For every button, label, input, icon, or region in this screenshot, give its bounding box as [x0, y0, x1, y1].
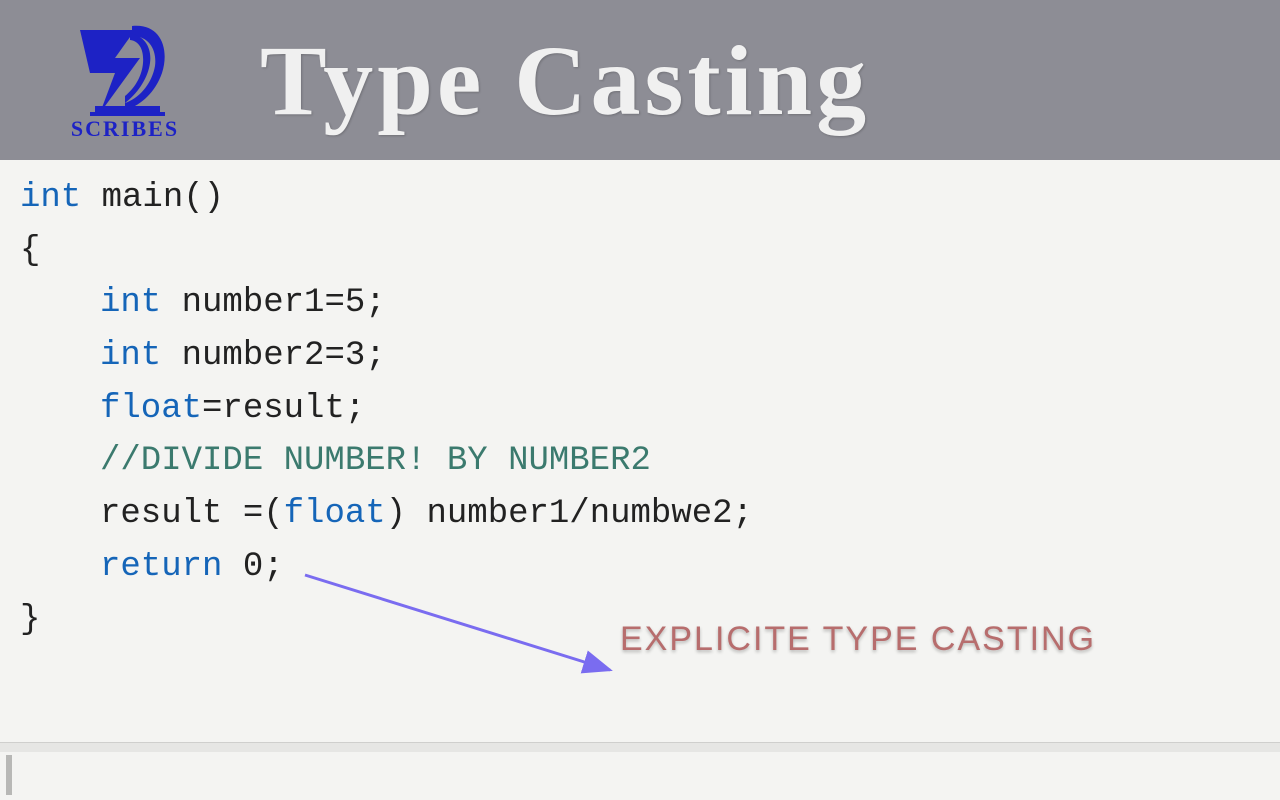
- code-text: 0;: [222, 548, 283, 586]
- keyword-int: int: [100, 337, 161, 375]
- keyword-int: int: [100, 284, 161, 322]
- cursor-indicator: [6, 755, 12, 795]
- code-line: int number2=3;: [20, 330, 1260, 383]
- logo-icon: [70, 18, 180, 118]
- code-line: result =(float) number1/numbwe2;: [20, 488, 1260, 541]
- code-text: result =(: [100, 495, 284, 533]
- logo: SCRIBES: [70, 18, 180, 142]
- code-line: float=result;: [20, 383, 1260, 436]
- code-line: //DIVIDE NUMBER! BY NUMBER2: [20, 435, 1260, 488]
- code-text: ) number1/numbwe2;: [386, 495, 753, 533]
- code-text: number1=5;: [161, 284, 385, 322]
- code-comment: //DIVIDE NUMBER! BY NUMBER2: [100, 442, 651, 480]
- code-line: {: [20, 225, 1260, 278]
- page-title: Type Casting: [260, 23, 870, 138]
- code-block: int main() { int number1=5; int number2=…: [0, 160, 1280, 646]
- keyword-return: return: [100, 548, 222, 586]
- code-line: int number1=5;: [20, 277, 1260, 330]
- annotation-callout: EXPLICITE TYPE CASTING: [620, 620, 1096, 659]
- keyword-float: float: [284, 495, 386, 533]
- code-line: return 0;: [20, 541, 1260, 594]
- code-text: =result;: [202, 390, 365, 428]
- keyword-int: int: [20, 179, 81, 217]
- divider-bar: [0, 742, 1280, 752]
- logo-label: SCRIBES: [71, 116, 179, 142]
- header-banner: SCRIBES Type Casting: [0, 0, 1280, 160]
- keyword-float: float: [100, 390, 202, 428]
- code-text: main(): [81, 179, 224, 217]
- code-text: number2=3;: [161, 337, 385, 375]
- code-line: int main(): [20, 172, 1260, 225]
